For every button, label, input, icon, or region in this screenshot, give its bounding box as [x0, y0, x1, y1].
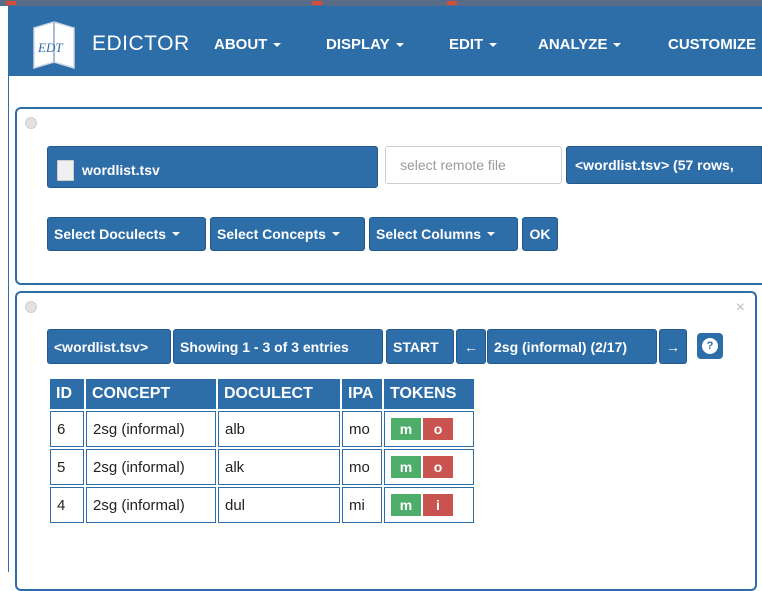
- close-icon[interactable]: ×: [736, 299, 745, 317]
- cell-concept[interactable]: 2sg (informal): [86, 411, 216, 447]
- select-concepts-button[interactable]: Select Concepts: [210, 217, 365, 251]
- file-panel: [15, 107, 762, 285]
- nav-about[interactable]: ABOUT: [214, 36, 282, 53]
- logo-text: EDT: [37, 40, 63, 55]
- file-open-button[interactable]: wordlist.tsv: [47, 146, 378, 188]
- nav-edit[interactable]: EDIT: [449, 36, 498, 53]
- ok-label: OK: [529, 226, 551, 242]
- cell-ipa[interactable]: mo: [342, 411, 382, 447]
- token-segment: o: [423, 418, 453, 440]
- token-segment: m: [391, 494, 421, 516]
- cell-concept[interactable]: 2sg (informal): [86, 449, 216, 485]
- token-segment: o: [423, 456, 453, 478]
- column-header-ipa[interactable]: IPA: [342, 379, 382, 409]
- select-doculects-button[interactable]: Select Doculects: [47, 217, 206, 251]
- concept-nav-button[interactable]: 2sg (informal) (2/17): [487, 329, 657, 364]
- nav-display-label: DISPLAY: [326, 36, 390, 53]
- tab-indicator: [447, 1, 457, 5]
- select-columns-label: Select Columns: [376, 226, 482, 242]
- token-segment: m: [391, 418, 421, 440]
- previous-button[interactable]: ←: [456, 329, 486, 364]
- cell-id: 6: [50, 411, 84, 447]
- panel-toggle-icon[interactable]: [25, 117, 37, 129]
- select-doculects-label: Select Doculects: [54, 226, 167, 242]
- arrow-left-icon: ←: [464, 338, 478, 355]
- column-header-id[interactable]: ID: [50, 379, 84, 409]
- cell-id: 5: [50, 449, 84, 485]
- table-header-row: ID CONCEPT DOCULECT IPA TOKENS: [50, 379, 474, 409]
- wordlist-table: ID CONCEPT DOCULECT IPA TOKENS 6 2sg (in…: [48, 377, 476, 525]
- cell-tokens[interactable]: mo: [384, 411, 474, 447]
- column-header-doculect[interactable]: DOCULECT: [218, 379, 340, 409]
- top-navbar: EDT EDICTOR ABOUT DISPLAY EDIT ANALYZE C…: [8, 6, 762, 76]
- file-status-button[interactable]: <wordlist.tsv> (57 rows,: [566, 146, 762, 184]
- table-row: 5 2sg (informal) alk mo mo: [50, 449, 474, 485]
- wordlist-file-tag-label: <wordlist.tsv>: [54, 338, 149, 355]
- cell-doculect[interactable]: alb: [218, 411, 340, 447]
- edictor-logo-icon[interactable]: EDT: [28, 18, 80, 74]
- page-border: [8, 76, 9, 572]
- file-status-label: <wordlist.tsv> (57 rows,: [575, 157, 734, 173]
- nav-analyze[interactable]: ANALYZE: [538, 36, 622, 53]
- caret-down-icon: [613, 43, 622, 48]
- tab-indicator: [312, 1, 322, 5]
- cell-id: 4: [50, 487, 84, 523]
- showing-entries-label: Showing 1 - 3 of 3 entries: [180, 338, 349, 355]
- nav-edit-label: EDIT: [449, 36, 484, 53]
- table-row: 6 2sg (informal) alb mo mo: [50, 411, 474, 447]
- caret-down-icon: [487, 232, 496, 236]
- select-concepts-label: Select Concepts: [217, 226, 326, 242]
- select-columns-button[interactable]: Select Columns: [369, 217, 518, 251]
- table-row: 4 2sg (informal) dul mi mi: [50, 487, 474, 523]
- caret-down-icon: [172, 232, 181, 236]
- token-segment: i: [423, 494, 453, 516]
- start-button[interactable]: START: [386, 329, 454, 364]
- help-button[interactable]: ?: [697, 333, 723, 359]
- ok-button[interactable]: OK: [522, 217, 558, 251]
- nav-customize[interactable]: CUSTOMIZE: [668, 36, 756, 53]
- showing-entries-button[interactable]: Showing 1 - 3 of 3 entries: [173, 329, 383, 364]
- cell-concept[interactable]: 2sg (informal): [86, 487, 216, 523]
- start-label: START: [393, 338, 439, 355]
- arrow-right-icon: →: [666, 338, 680, 355]
- question-circle-icon: ?: [702, 338, 718, 354]
- wordlist-file-tag[interactable]: <wordlist.tsv>: [47, 329, 171, 364]
- column-header-concept[interactable]: CONCEPT: [86, 379, 216, 409]
- caret-down-icon: [395, 43, 404, 48]
- nav-analyze-label: ANALYZE: [538, 36, 608, 53]
- nav-customize-label: CUSTOMIZE: [668, 36, 757, 53]
- cell-ipa[interactable]: mo: [342, 449, 382, 485]
- concept-nav-label: 2sg (informal) (2/17): [494, 338, 628, 355]
- cell-ipa[interactable]: mi: [342, 487, 382, 523]
- remote-file-input[interactable]: select remote file: [385, 146, 562, 184]
- caret-down-icon: [273, 43, 282, 48]
- cell-tokens[interactable]: mo: [384, 449, 474, 485]
- cell-tokens[interactable]: mi: [384, 487, 474, 523]
- next-button[interactable]: →: [659, 329, 687, 364]
- remote-file-placeholder: select remote file: [400, 157, 506, 173]
- brand-title[interactable]: EDICTOR: [92, 32, 190, 56]
- cell-doculect[interactable]: dul: [218, 487, 340, 523]
- panel-toggle-icon[interactable]: [25, 301, 37, 313]
- cell-doculect[interactable]: alk: [218, 449, 340, 485]
- token-segment: m: [391, 456, 421, 478]
- nav-about-label: ABOUT: [214, 36, 268, 53]
- file-open-label: wordlist.tsv: [82, 162, 160, 178]
- caret-down-icon: [489, 43, 498, 48]
- file-icon: [57, 159, 74, 181]
- caret-down-icon: [331, 232, 340, 236]
- tab-indicator: [6, 1, 16, 5]
- column-header-tokens[interactable]: TOKENS: [384, 379, 474, 409]
- nav-display[interactable]: DISPLAY: [326, 36, 404, 53]
